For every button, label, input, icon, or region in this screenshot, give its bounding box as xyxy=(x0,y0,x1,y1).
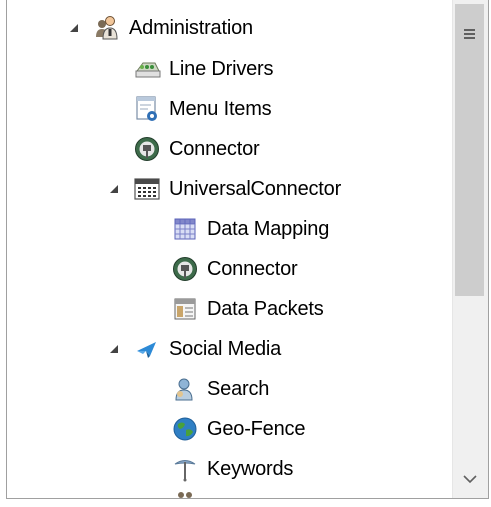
tree-node-label: Menu Items xyxy=(169,97,272,120)
social-media-icon xyxy=(133,335,161,363)
tree-node-universal-connector[interactable]: UniversalConnector xyxy=(107,169,341,209)
tree-node-partial xyxy=(171,489,207,498)
tree-node-menu-items[interactable]: Menu Items xyxy=(133,89,272,129)
tree-node-label: UniversalConnector xyxy=(169,177,342,200)
tree-node-label: Connector xyxy=(207,257,298,280)
tree-view: Administration Line Drivers Menu Items C… xyxy=(7,0,453,498)
tree-node-social-media[interactable]: Social Media xyxy=(107,329,281,369)
menu-items-icon xyxy=(133,95,161,123)
tree-node-line-drivers[interactable]: Line Drivers xyxy=(133,49,274,89)
calculator-icon xyxy=(133,175,161,203)
tree-node-label: Geo-Fence xyxy=(207,417,306,440)
collapse-arrow-icon[interactable] xyxy=(107,342,121,356)
globe-icon xyxy=(171,415,199,443)
tree-node-label: Administration xyxy=(129,16,253,39)
connector-icon xyxy=(171,255,199,283)
tree-node-label: Line Drivers xyxy=(169,57,274,80)
vertical-scrollbar[interactable] xyxy=(452,0,488,498)
chevron-down-icon xyxy=(462,475,477,484)
line-drivers-icon xyxy=(133,55,161,83)
tree-node-label: Social Media xyxy=(169,337,282,360)
admin-users-icon xyxy=(93,14,121,42)
data-packets-icon xyxy=(171,295,199,323)
tree-node-data-packets[interactable]: Data Packets xyxy=(171,289,324,329)
tree-node-connector-child[interactable]: Connector xyxy=(171,249,298,289)
search-people-icon xyxy=(171,375,199,403)
data-mapping-icon xyxy=(171,215,199,243)
tree-node-label: Keywords xyxy=(207,457,294,480)
tree-node-label: Data Mapping xyxy=(207,217,330,240)
tree-node-label: Data Packets xyxy=(207,297,324,320)
tree-node-connector[interactable]: Connector xyxy=(133,129,260,169)
tree-node-label: Search xyxy=(207,377,270,400)
collapse-arrow-icon[interactable] xyxy=(107,182,121,196)
collapse-arrow-icon[interactable] xyxy=(67,21,81,35)
tree-node-administration[interactable]: Administration xyxy=(67,8,253,48)
scroll-down-button[interactable] xyxy=(453,464,486,494)
tree-node-keywords[interactable]: Keywords xyxy=(171,449,293,489)
connector-icon xyxy=(133,135,161,163)
keywords-icon xyxy=(171,455,199,483)
tree-node-label: Connector xyxy=(169,137,260,160)
scrollbar-thumb[interactable] xyxy=(455,4,484,296)
tree-node-search[interactable]: Search xyxy=(171,369,269,409)
tree-node-data-mapping[interactable]: Data Mapping xyxy=(171,209,329,249)
grip-icon xyxy=(464,29,475,39)
tree-view-panel: Administration Line Drivers Menu Items C… xyxy=(6,0,489,499)
tree-node-geo-fence[interactable]: Geo-Fence xyxy=(171,409,305,449)
partial-item-icon xyxy=(171,489,199,498)
